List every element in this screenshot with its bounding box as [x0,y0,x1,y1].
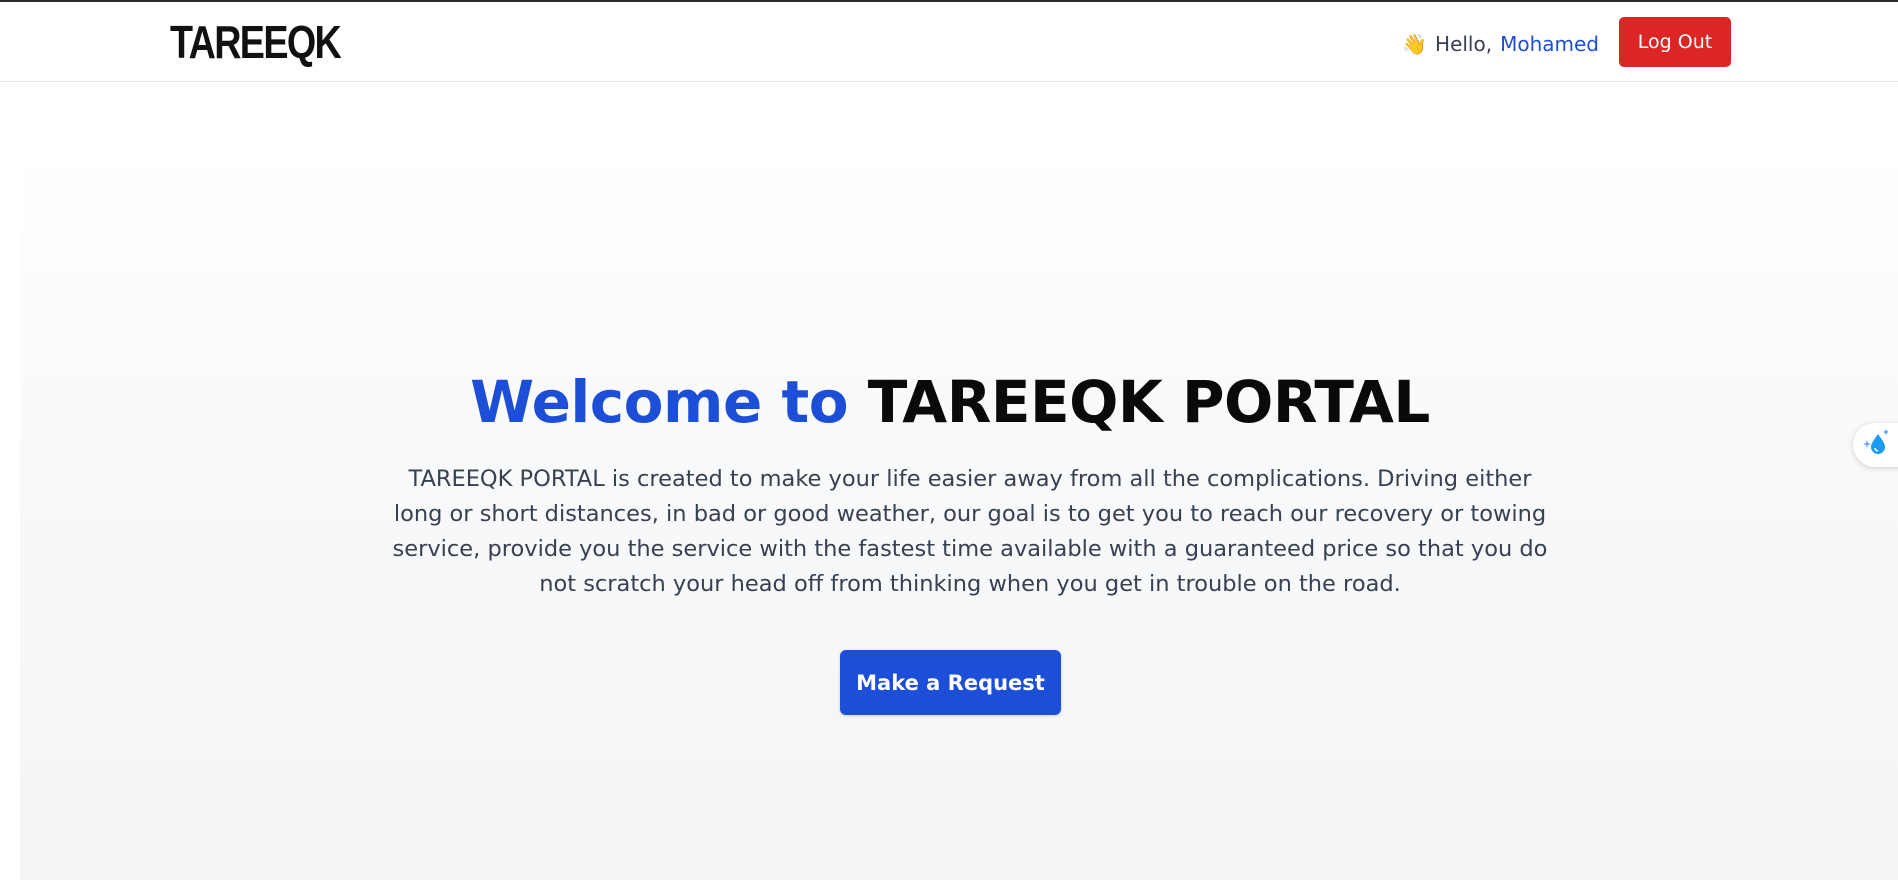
user-greeting: 👋 Hello, Mohamed [1402,32,1599,56]
hero-section: Welcome to TAREEQK PORTAL TAREEQK PORTAL… [20,150,1898,880]
logo-text: TAREEQK [170,16,342,68]
navbar: TAREEQK 👋 Hello, Mohamed Log Out [0,2,1898,82]
hero-title: Welcome to TAREEQK PORTAL [20,368,1880,436]
greeting-prefix: Hello, [1435,32,1493,56]
make-request-button[interactable]: Make a Request [840,650,1061,715]
hero-title-welcome: Welcome to [470,368,849,436]
user-name[interactable]: Mohamed [1500,32,1599,56]
hero-title-portal: TAREEQK PORTAL [867,368,1431,436]
water-drop-sparkle-icon [1861,428,1891,462]
waving-hand-icon: 👋 [1402,32,1428,56]
logo[interactable]: TAREEQK [170,16,342,68]
side-widget[interactable] [1853,423,1898,467]
logout-button[interactable]: Log Out [1619,17,1731,67]
hero-description: TAREEQK PORTAL is created to make your l… [392,466,1548,597]
